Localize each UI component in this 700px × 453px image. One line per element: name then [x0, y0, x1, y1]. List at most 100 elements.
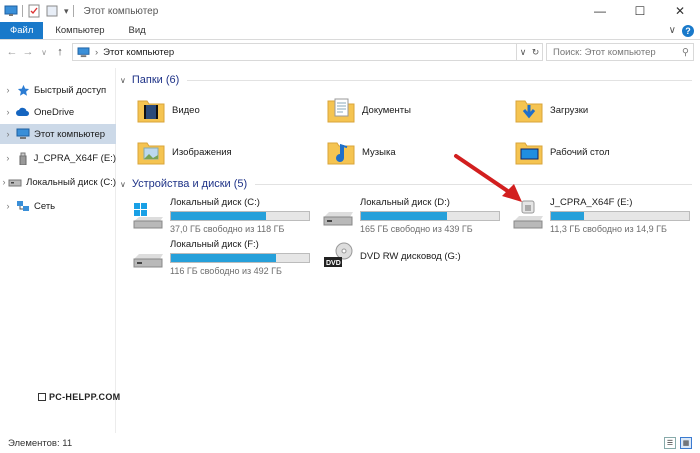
drive-free-space: 11,3 ГБ свободно из 14,9 ГБ: [550, 224, 667, 234]
divider: [187, 79, 692, 81]
devices-group-header[interactable]: ∨ Устройства и диски (5): [120, 176, 692, 192]
drive-name: Локальный диск (F:): [170, 239, 259, 250]
sidebar-item-this-pc[interactable]: › Этот компьютер: [0, 124, 116, 144]
tab-computer[interactable]: Компьютер: [43, 22, 116, 39]
documents-folder-icon: [327, 98, 355, 123]
address-bar[interactable]: › Этот компьютер: [72, 43, 517, 61]
drive-g[interactable]: DVD DVD RW дисковод (G:): [322, 237, 502, 281]
expand-chevron-icon[interactable]: ›: [2, 201, 14, 211]
folder-label: Рабочий стол: [550, 146, 610, 158]
address-actions: ∨ ↻: [517, 43, 543, 61]
network-icon: [16, 199, 30, 213]
music-folder-icon: [327, 142, 355, 165]
window-title: Этот компьютер: [83, 5, 159, 17]
help-icon[interactable]: ?: [682, 24, 694, 37]
sidebar-item-onedrive[interactable]: › OneDrive: [0, 102, 116, 122]
drive-e[interactable]: J_CPRA_X64F (E:) 11,3 ГБ свободно из 14,…: [512, 195, 694, 239]
pictures-folder-icon: [137, 142, 165, 165]
ribbon-tabs: Файл Компьютер Вид ∨ ?: [0, 22, 700, 40]
computer-icon: [77, 46, 90, 57]
refresh-icon[interactable]: ↻: [532, 47, 540, 58]
maximize-button[interactable]: ☐: [620, 0, 660, 22]
sidebar-item-network[interactable]: › Сеть: [0, 196, 116, 216]
folder-video[interactable]: Видео: [136, 92, 200, 128]
drive-free-space: 37,0 ГБ свободно из 118 ГБ: [170, 224, 285, 234]
up-icon[interactable]: ↑: [52, 44, 68, 60]
address-dropdown-icon[interactable]: ∨: [520, 47, 527, 58]
folder-downloads[interactable]: Загрузки: [514, 92, 588, 128]
breadcrumb-separator-icon: ›: [95, 46, 99, 58]
new-folder-icon[interactable]: [45, 4, 59, 18]
search-placeholder: Поиск: Этот компьютер: [553, 46, 656, 58]
usb-drive-icon: [16, 151, 30, 165]
drive-usage-bar: [170, 253, 310, 263]
minimize-button[interactable]: —: [580, 0, 620, 22]
details-view-icon[interactable]: ☰: [664, 437, 676, 449]
downloads-folder-icon: [515, 100, 543, 123]
drive-name: J_CPRA_X64F (E:): [550, 197, 633, 208]
drive-c[interactable]: Локальный диск (C:) 37,0 ГБ свободно из …: [132, 195, 312, 239]
group-title: Папки (6): [131, 74, 180, 86]
drive-name: Локальный диск (D:): [360, 197, 450, 208]
folder-documents[interactable]: Документы: [326, 92, 411, 128]
sidebar-item-local-disk-c[interactable]: › Локальный диск (C:): [0, 172, 116, 192]
watermark-text: PC-HELPP.COM: [49, 392, 121, 402]
sidebar-item-quick-access[interactable]: › Быстрый доступ: [0, 80, 116, 100]
red-arrow-annotation: [454, 154, 522, 202]
tab-view[interactable]: Вид: [117, 22, 158, 39]
sidebar-item-label: OneDrive: [34, 106, 75, 118]
drive-free-space: 165 ГБ свободно из 439 ГБ: [360, 224, 473, 234]
folder-label: Музыка: [362, 146, 396, 158]
hard-drive-icon: [8, 175, 22, 189]
recent-locations-icon[interactable]: ∨: [36, 44, 52, 60]
expand-chevron-icon[interactable]: ›: [2, 177, 6, 187]
drive-usage-bar: [550, 211, 690, 221]
search-input[interactable]: Поиск: Этот компьютер ⚲: [546, 43, 694, 61]
expand-chevron-icon[interactable]: ›: [2, 129, 14, 139]
tab-file[interactable]: Файл: [0, 22, 44, 39]
folder-label: Видео: [172, 104, 200, 116]
drive-f[interactable]: Локальный диск (F:) 116 ГБ свободно из 4…: [132, 237, 312, 281]
folder-label: Загрузки: [550, 104, 589, 116]
watermark-logo: PC-HELPP.COM: [38, 392, 120, 402]
monitor-icon: [38, 393, 46, 401]
status-bar: Элементов: 11 ☰ ▦: [0, 433, 700, 453]
forward-icon[interactable]: →: [20, 44, 36, 60]
search-icon[interactable]: ⚲: [682, 47, 689, 58]
computer-icon: [16, 127, 30, 141]
folder-label: Изображения: [172, 146, 232, 158]
video-folder-icon: [137, 100, 165, 123]
sidebar-item-label: Быстрый доступ: [34, 84, 107, 96]
properties-icon[interactable]: [27, 4, 41, 18]
group-title: Устройства и диски (5): [131, 178, 248, 190]
close-button[interactable]: ✕: [660, 0, 700, 22]
back-icon[interactable]: ←: [4, 44, 20, 60]
drive-usage-bar: [170, 211, 310, 221]
folder-music[interactable]: Музыка: [326, 134, 396, 170]
collapse-chevron-icon[interactable]: ∨: [120, 76, 126, 85]
drive-name: Локальный диск (C:): [170, 197, 260, 208]
star-icon: [16, 83, 30, 97]
divider: [22, 5, 23, 17]
divider: [72, 5, 74, 17]
breadcrumb[interactable]: Этот компьютер: [103, 47, 174, 58]
tiles-view-icon[interactable]: ▦: [680, 437, 692, 449]
sidebar-item-usb-drive[interactable]: › J_CPRA_X64F (E:): [0, 148, 116, 168]
dvd-drive-icon: DVD: [324, 242, 353, 267]
drive-name: DVD RW дисковод (G:): [360, 251, 461, 262]
collapse-chevron-icon[interactable]: ∨: [120, 180, 126, 189]
navigation-bar: ← → ∨ ↑ › Этот компьютер ∨ ↻ Поиск: Этот…: [0, 40, 700, 64]
expand-chevron-icon[interactable]: ›: [2, 153, 14, 163]
windows-drive-icon: [133, 203, 163, 229]
drive-usage-bar: [360, 211, 500, 221]
expand-chevron-icon[interactable]: ›: [2, 85, 14, 95]
quick-access-dropdown-icon[interactable]: ▾: [64, 6, 69, 17]
folders-group-header[interactable]: ∨ Папки (6): [120, 72, 692, 88]
sidebar-item-label: J_CPRA_X64F (E:): [33, 152, 116, 164]
svg-text:DVD: DVD: [326, 260, 341, 267]
folder-pictures[interactable]: Изображения: [136, 134, 232, 170]
sidebar-item-label: Сеть: [34, 200, 56, 212]
expand-ribbon-icon[interactable]: ∨: [669, 25, 676, 36]
expand-chevron-icon[interactable]: ›: [2, 107, 14, 117]
navigation-pane: › Быстрый доступ › OneDrive › Этот компь…: [0, 68, 116, 433]
